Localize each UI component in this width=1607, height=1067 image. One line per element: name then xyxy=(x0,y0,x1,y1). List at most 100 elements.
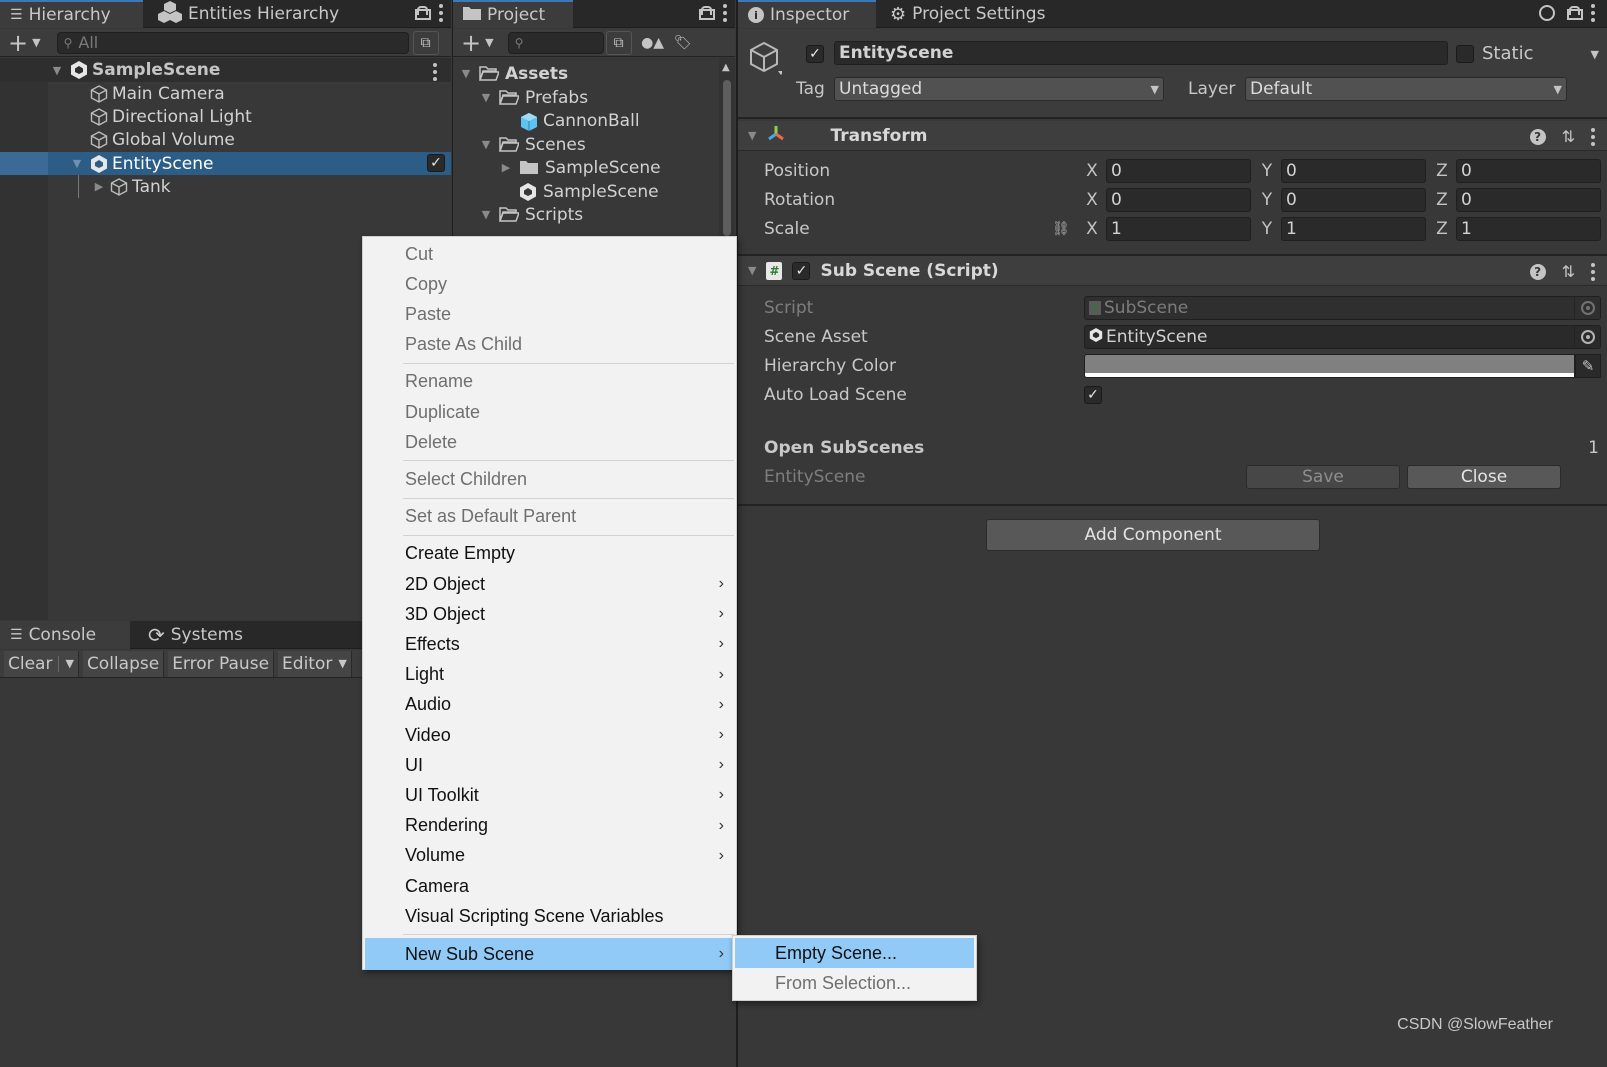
collapse-arrow-icon[interactable]: ▼ xyxy=(748,264,756,277)
static-dropdown-icon[interactable]: ▼ xyxy=(1591,48,1599,61)
more-options-icon[interactable] xyxy=(1591,4,1595,22)
menu-item-ui[interactable]: UI › xyxy=(365,750,734,780)
menu-item-copy[interactable]: Copy xyxy=(365,269,734,299)
transform-header[interactable]: ▼ Transform ? ⇅ xyxy=(738,121,1607,151)
tab-project[interactable]: Project xyxy=(453,0,573,28)
hierarchy-item-directional-light[interactable]: Directional Light xyxy=(0,105,451,128)
hierarchy-item-global-volume[interactable]: Global Volume xyxy=(0,128,451,151)
clear-button[interactable]: Clear ▼ xyxy=(4,650,79,677)
position-z-field[interactable]: 0 xyxy=(1456,159,1601,183)
menu-item-3d-object[interactable]: 3D Object › xyxy=(365,599,734,629)
menu-item-camera[interactable]: Camera xyxy=(365,871,734,901)
menu-item-audio[interactable]: Audio › xyxy=(365,690,734,720)
more-options-icon[interactable] xyxy=(723,4,727,22)
expand-arrow-icon[interactable]: ▶ xyxy=(92,180,106,193)
tag-dropdown[interactable]: Untagged ▼ xyxy=(834,77,1164,101)
debug-circle-icon[interactable] xyxy=(1539,5,1555,21)
menu-item-duplicate[interactable]: Duplicate xyxy=(365,397,734,427)
menu-item-ui-toolkit[interactable]: UI Toolkit › xyxy=(365,780,734,810)
object-picker-button[interactable] xyxy=(1574,326,1600,348)
menu-item-rendering[interactable]: Rendering › xyxy=(365,811,734,841)
layer-dropdown[interactable]: Default ▼ xyxy=(1245,77,1567,101)
close-subscene-button[interactable]: Close xyxy=(1407,465,1561,489)
scroll-up-icon[interactable]: ▲ xyxy=(722,62,730,73)
expand-arrow-icon[interactable]: ▼ xyxy=(479,208,493,221)
rotation-y-field[interactable]: 0 xyxy=(1281,188,1426,212)
scene-header-row[interactable]: ▼ SampleScene xyxy=(0,58,451,82)
scene-asset-field[interactable]: EntityScene xyxy=(1084,325,1601,349)
expand-arrow-icon[interactable]: ▶ xyxy=(499,161,513,174)
expand-arrow-icon[interactable]: ▼ xyxy=(50,64,64,77)
project-item-assets[interactable]: ▼ Assets xyxy=(453,62,719,85)
lock-icon[interactable] xyxy=(1567,6,1583,20)
editor-dropdown[interactable]: Editor ▼ xyxy=(278,650,352,677)
project-item-scripts[interactable]: ▼ Scripts xyxy=(453,203,719,226)
menu-item-delete[interactable]: Delete xyxy=(365,427,734,457)
expand-arrow-icon[interactable]: ▼ xyxy=(70,157,84,170)
collapse-arrow-icon[interactable]: ▼ xyxy=(748,129,756,142)
menu-item-new-sub-scene[interactable]: New Sub Scene › xyxy=(365,938,734,971)
hierarchy-item-main-camera[interactable]: Main Camera xyxy=(0,82,451,105)
tab-systems[interactable]: ⟳ Systems xyxy=(138,621,253,649)
submenu-item-empty-scene[interactable]: Empty Scene... xyxy=(735,938,974,968)
subscene-enabled-checkbox[interactable]: ✓ xyxy=(427,154,445,172)
constrain-proportions-icon[interactable]: ⛓ xyxy=(1052,221,1070,237)
filter-by-label-button[interactable]: 🏷 xyxy=(670,31,696,55)
scene-visibility-button[interactable]: ⧉ xyxy=(412,30,439,55)
help-icon[interactable]: ? xyxy=(1529,128,1546,145)
presets-icon[interactable]: ⇅ xyxy=(1562,127,1575,146)
tab-entities-hierarchy[interactable]: Entities Hierarchy xyxy=(148,0,349,28)
menu-item-cut[interactable]: Cut xyxy=(365,239,734,269)
add-component-button[interactable]: Add Component xyxy=(986,519,1320,551)
expand-window-button[interactable]: ⧉ xyxy=(605,30,632,55)
lock-icon[interactable] xyxy=(699,6,715,20)
menu-item-set-as-default-parent[interactable]: Set as Default Parent xyxy=(365,502,734,532)
gameobject-active-checkbox[interactable]: ✓ xyxy=(806,45,824,63)
menu-item-2d-object[interactable]: 2D Object › xyxy=(365,569,734,599)
gameobject-icon[interactable] xyxy=(748,41,784,80)
menu-item-create-empty[interactable]: Create Empty xyxy=(365,539,734,569)
error-pause-toggle[interactable]: Error Pause xyxy=(168,650,275,677)
chevron-down-icon[interactable]: ▼ xyxy=(65,657,73,670)
tab-console[interactable]: ☰ Console xyxy=(0,621,130,649)
expand-arrow-icon[interactable]: ▼ xyxy=(479,91,493,104)
hierarchy-item-tank[interactable]: ▶ Tank xyxy=(0,175,451,198)
position-x-field[interactable]: 0 xyxy=(1106,159,1251,183)
project-search-input[interactable]: ⚲ xyxy=(507,31,604,54)
menu-item-paste[interactable]: Paste xyxy=(365,299,734,329)
auto-load-checkbox[interactable]: ✓ xyxy=(1084,386,1102,404)
rotation-x-field[interactable]: 0 xyxy=(1106,188,1251,212)
hierarchy-search-input[interactable]: ⚲ All xyxy=(56,31,409,54)
menu-item-rename[interactable]: Rename xyxy=(365,367,734,397)
hierarchy-color-field[interactable] xyxy=(1084,354,1575,378)
expand-arrow-icon[interactable]: ▼ xyxy=(459,67,473,80)
position-y-field[interactable]: 0 xyxy=(1281,159,1426,183)
menu-item-select-children[interactable]: Select Children xyxy=(365,464,734,494)
save-subscene-button[interactable]: Save xyxy=(1246,465,1400,489)
lock-icon[interactable] xyxy=(415,6,431,20)
expand-arrow-icon[interactable]: ▼ xyxy=(479,138,493,151)
collapse-toggle[interactable]: Collapse xyxy=(82,650,165,677)
component-options-icon[interactable] xyxy=(1591,127,1595,146)
create-button[interactable]: + ▼ xyxy=(0,29,49,57)
tab-hierarchy[interactable]: ☰ Hierarchy xyxy=(0,0,143,28)
submenu-item-from-selection[interactable]: From Selection... xyxy=(735,968,974,998)
menu-item-video[interactable]: Video › xyxy=(365,720,734,750)
project-scrollbar[interactable]: ▲ xyxy=(719,58,735,236)
presets-icon[interactable]: ⇅ xyxy=(1562,262,1575,281)
scale-x-field[interactable]: 1 xyxy=(1106,217,1251,241)
scrollbar-thumb[interactable] xyxy=(723,80,731,236)
component-options-icon[interactable] xyxy=(1591,262,1595,281)
menu-item-effects[interactable]: Effects › xyxy=(365,629,734,659)
project-item-prefabs[interactable]: ▼ Prefabs xyxy=(453,86,719,109)
create-asset-button[interactable]: + ▼ xyxy=(453,29,502,57)
menu-item-light[interactable]: Light › xyxy=(365,660,734,690)
project-item-samplescene-folder[interactable]: ▶ SampleScene xyxy=(453,156,719,179)
component-enabled-checkbox[interactable]: ✓ xyxy=(792,261,811,280)
scale-z-field[interactable]: 1 xyxy=(1456,217,1601,241)
hierarchy-item-entityscene[interactable]: ▼ EntityScene ✓ xyxy=(0,152,451,175)
project-item-scenes[interactable]: ▼ Scenes xyxy=(453,133,719,156)
gameobject-name-field[interactable]: EntityScene xyxy=(834,41,1448,65)
help-icon[interactable]: ? xyxy=(1529,263,1546,280)
tab-project-settings[interactable]: ⚙ Project Settings xyxy=(880,0,1055,28)
